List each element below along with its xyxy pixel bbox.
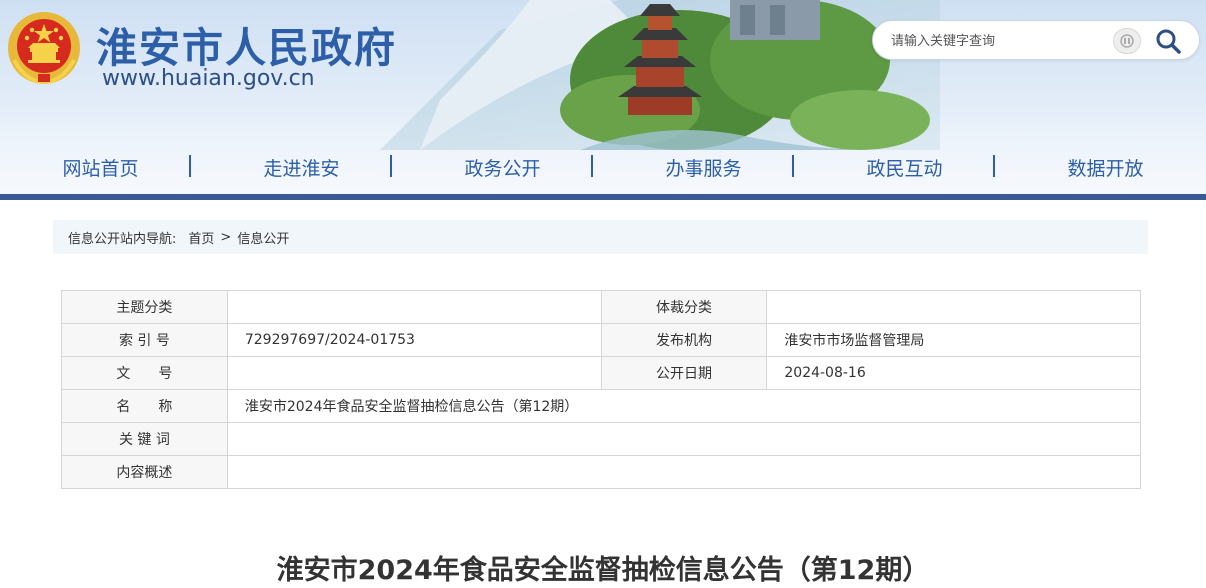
- publish-date-value: 2024-08-16: [766, 356, 1141, 390]
- breadcrumb: 信息公开站内导航: 首页 > 信息公开: [53, 220, 1148, 254]
- breadcrumb-prefix: 信息公开站内导航:: [68, 231, 177, 247]
- topic-label: 主题分类: [61, 290, 228, 324]
- nav-item-open-data[interactable]: 数据开放: [1005, 154, 1206, 181]
- speaker-icon: [1120, 34, 1134, 48]
- national-emblem-icon: [8, 12, 80, 85]
- genre-value: [766, 290, 1141, 324]
- table-row: 索 引 号 729297697/2024-01753 发布机构 淮安市市场监督管…: [61, 323, 1141, 357]
- keywords-label: 关 键 词: [61, 422, 228, 456]
- breadcrumb-separator: >: [220, 229, 232, 245]
- document-metadata-table: 主题分类 体裁分类 索 引 号 729297697/2024-01753 发布机…: [61, 290, 1142, 489]
- city-scenery-image: [380, 0, 940, 150]
- table-row: 名 称 淮安市2024年食品安全监督抽检信息公告（第12期）: [61, 389, 1142, 423]
- breadcrumb-home-link[interactable]: 首页: [188, 228, 214, 247]
- summary-label: 内容概述: [61, 455, 228, 489]
- nav-item-about-huaian[interactable]: 走进淮安: [201, 154, 402, 181]
- nav-item-home[interactable]: 网站首页: [0, 154, 201, 181]
- summary-value: [226, 455, 1142, 489]
- nav-item-interaction[interactable]: 政民互动: [804, 154, 1005, 181]
- table-row: 文 号 公开日期 2024-08-16: [61, 356, 1141, 390]
- article-title: 淮安市2024年食品安全监督抽检信息公告（第12期）: [276, 555, 930, 586]
- search-icon: [1156, 29, 1181, 54]
- breadcrumb-current-link[interactable]: 信息公开: [237, 228, 289, 247]
- index-label: 索 引 号: [61, 323, 228, 357]
- site-title: 淮安市人民政府: [96, 24, 397, 72]
- table-row: 主题分类 体裁分类: [61, 290, 1141, 324]
- document-number-value: [226, 356, 602, 390]
- nav-divider: [591, 155, 593, 177]
- nav-divider: [189, 155, 191, 177]
- genre-label: 体裁分类: [600, 290, 768, 324]
- table-row: 内容概述: [61, 455, 1142, 489]
- nav-underline-bar: [0, 194, 1206, 200]
- nav-item-services[interactable]: 办事服务: [603, 154, 804, 181]
- name-value: 淮安市2024年食品安全监督抽检信息公告（第12期）: [226, 389, 1142, 423]
- publisher-label: 发布机构: [600, 323, 768, 357]
- nav-item-government-affairs[interactable]: 政务公开: [402, 154, 603, 181]
- nav-divider: [390, 155, 392, 177]
- search-box: [872, 20, 1200, 60]
- voice-assistant-button[interactable]: [1113, 28, 1141, 54]
- document-number-label: 文 号: [61, 356, 228, 390]
- keywords-value: [226, 422, 1142, 456]
- publisher-value: 淮安市市场监督管理局: [766, 323, 1141, 357]
- search-input[interactable]: [891, 30, 1101, 52]
- nav-divider: [792, 155, 794, 177]
- name-label: 名 称: [61, 389, 228, 423]
- search-button[interactable]: [1153, 26, 1183, 56]
- table-row: 关 键 词: [61, 422, 1142, 456]
- nav-divider: [993, 155, 995, 177]
- publish-date-label: 公开日期: [600, 356, 768, 390]
- site-url: www.huaian.gov.cn: [102, 66, 315, 91]
- site-header: 淮安市人民政府 www.huaian.gov.cn 网站首页 走进淮安 政务公开…: [0, 0, 1206, 194]
- index-value: 729297697/2024-01753: [226, 323, 602, 357]
- main-nav: 网站首页 走进淮安 政务公开 办事服务 政民互动 数据开放: [0, 140, 1206, 194]
- topic-value: [226, 290, 602, 324]
